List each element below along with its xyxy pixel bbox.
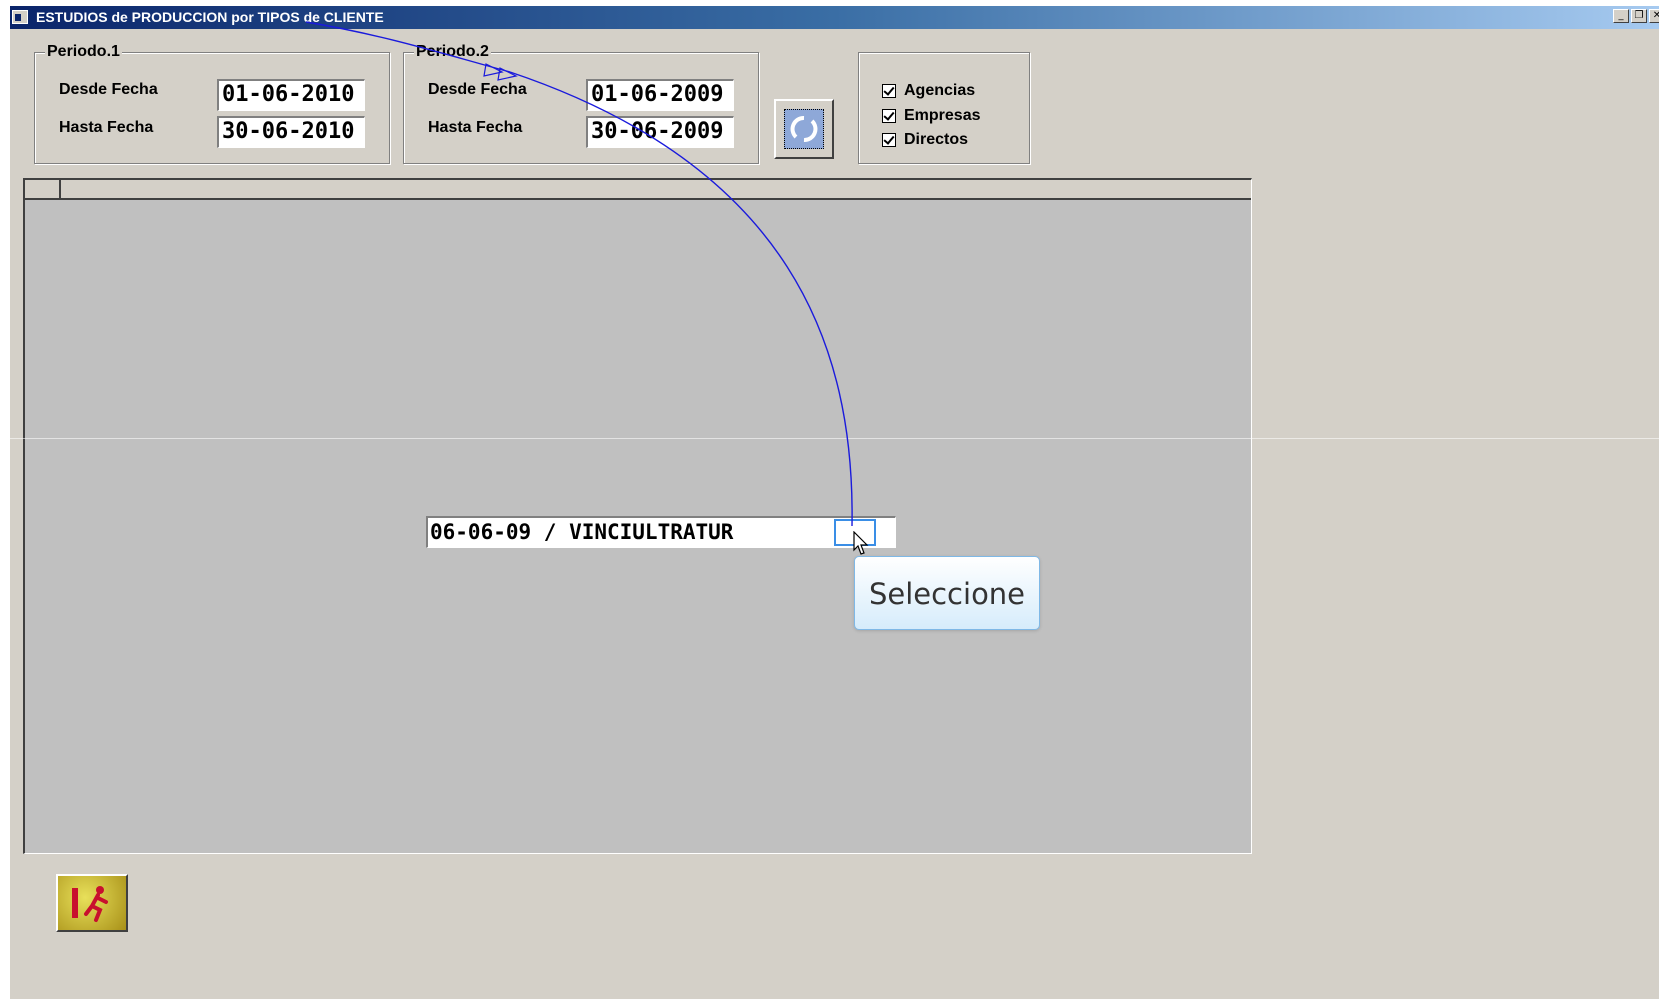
directos-checkbox-row[interactable]: Directos (882, 131, 968, 149)
grid-header (25, 180, 1251, 200)
periodo2-desde-label: Desde Fecha (428, 81, 527, 98)
periodo2-group: Periodo.2 Desde Fecha 01-06-2009 Hasta F… (403, 43, 759, 164)
periodo1-legend: Periodo.1 (45, 43, 122, 61)
window-controls: _ ❐ ✕ (1613, 9, 1659, 23)
seleccione-tooltip: Seleccione (854, 556, 1040, 630)
periodo1-desde-label: Desde Fecha (59, 81, 158, 98)
title-bar[interactable]: ESTUDIOS de PRODUCCION por TIPOS de CLIE… (10, 6, 1659, 29)
directos-checkbox[interactable] (882, 133, 896, 147)
window-title: ESTUDIOS de PRODUCCION por TIPOS de CLIE… (36, 9, 384, 25)
directos-label: Directos (904, 131, 969, 148)
periodo2-desde-field[interactable]: 01-06-2009 (586, 79, 734, 111)
refresh-button[interactable] (774, 99, 834, 159)
empresas-checkbox-row[interactable]: Empresas (882, 107, 981, 125)
exit-button[interactable] (56, 874, 128, 932)
minimize-button[interactable]: _ (1613, 9, 1629, 23)
periodo2-hasta-field[interactable]: 30-06-2009 (586, 116, 734, 148)
periodo1-desde-field[interactable]: 01-06-2010 (217, 79, 365, 111)
client-select-combo[interactable]: 06-06-09 / VINCIULTRATUR (426, 516, 896, 548)
empresas-label: Empresas (904, 107, 981, 124)
empresas-checkbox[interactable] (882, 109, 896, 123)
periodo2-legend: Periodo.2 (414, 43, 491, 61)
close-button[interactable]: ✕ (1649, 9, 1659, 23)
periodo1-group: Periodo.1 Desde Fecha 01-06-2010 Hasta F… (34, 43, 390, 164)
restore-button[interactable]: ❐ (1631, 9, 1647, 23)
mouse-cursor-icon (853, 531, 869, 555)
periodo2-hasta-label: Hasta Fecha (428, 119, 523, 136)
refresh-icon (784, 109, 824, 149)
periodo1-hasta-field[interactable]: 30-06-2010 (217, 116, 365, 148)
agencias-checkbox[interactable] (882, 84, 896, 98)
periodo1-hasta-label: Hasta Fecha (59, 119, 154, 136)
main-window: ESTUDIOS de PRODUCCION por TIPOS de CLIE… (10, 6, 1659, 999)
tooltip-text: Seleccione (868, 577, 1026, 611)
agencias-checkbox-row[interactable]: Agencias (882, 82, 975, 100)
grid-corner-cell[interactable] (25, 180, 61, 200)
app-icon (12, 10, 28, 24)
separator-line (10, 438, 1659, 439)
exit-running-man-icon (72, 886, 108, 922)
agencias-label: Agencias (904, 82, 976, 99)
